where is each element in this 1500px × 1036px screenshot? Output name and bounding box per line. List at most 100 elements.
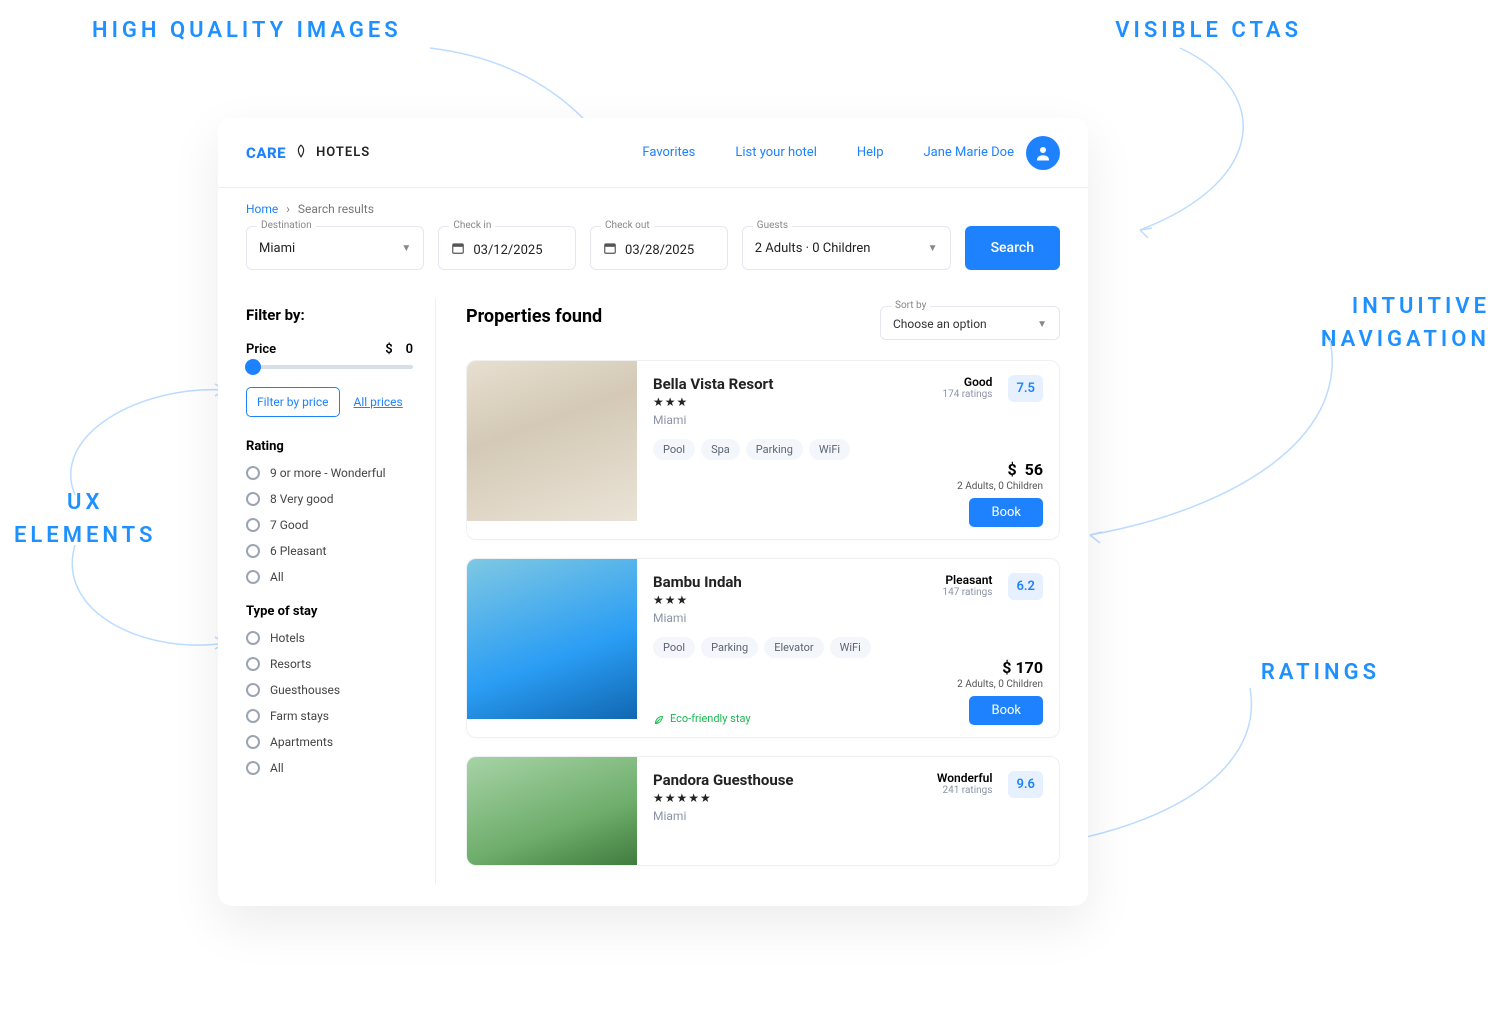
arrow-nav — [1070, 330, 1390, 580]
brand-hotels: HOTELS — [316, 145, 370, 160]
property-image — [467, 757, 637, 866]
chevron-down-icon: ▼ — [1037, 319, 1047, 330]
checkout-field[interactable]: Check out 03/28/2025 — [590, 226, 728, 270]
callout-nav: INTUITIVENAVIGATION — [1321, 290, 1490, 356]
arrow-ctas — [1070, 40, 1330, 250]
amenity-pill: Pool — [653, 439, 695, 460]
guests-value: 2 Adults · 0 Children — [755, 241, 871, 256]
checkin-label: Check in — [449, 220, 495, 231]
book-button[interactable]: Book — [969, 498, 1043, 527]
property-city: Miami — [653, 413, 850, 427]
rating-option[interactable]: 6 Pleasant — [246, 544, 413, 558]
star-rating: ★★★ — [653, 395, 850, 409]
amenity-pill: Parking — [701, 637, 758, 658]
nav-favorites[interactable]: Favorites — [642, 145, 695, 160]
radio-icon — [246, 709, 260, 723]
search-button[interactable]: Search — [965, 226, 1060, 270]
stay-option[interactable]: Farm stays — [246, 709, 413, 723]
callout-ux-text: UXELEMENTS — [14, 490, 156, 548]
avatar — [1026, 136, 1060, 170]
rating-score-badge: 9.6 — [1008, 771, 1043, 798]
rating-count: 147 ratings — [942, 587, 992, 598]
price-slider[interactable] — [246, 365, 413, 369]
amenity-pill: Spa — [701, 439, 740, 460]
amenity-pill: Pool — [653, 637, 695, 658]
amenity-pill: WiFi — [809, 439, 850, 460]
sort-label: Sort by — [891, 300, 930, 311]
property-name: Pandora Guesthouse — [653, 771, 794, 789]
person-icon — [1034, 144, 1052, 162]
book-button[interactable]: Book — [969, 696, 1043, 725]
amenities: Pool Parking Elevator WiFi — [653, 637, 871, 658]
filter-by-price-button[interactable]: Filter by price — [246, 387, 340, 417]
amenity-pill: WiFi — [830, 637, 871, 658]
eco-badge: Eco-friendly stay — [653, 712, 751, 725]
stay-option[interactable]: Resorts — [246, 657, 413, 671]
pax: 2 Adults, 0 Children — [957, 481, 1043, 492]
filter-section-rating: Rating 9 or more - Wonderful 8 Very good… — [246, 439, 413, 584]
property-card[interactable]: Bambu Indah ★★★ Miami Pool Parking Eleva… — [466, 558, 1060, 738]
checkout-label: Check out — [601, 220, 654, 231]
radio-icon — [246, 492, 260, 506]
star-rating: ★★★★★ — [653, 791, 794, 805]
callout-ratings: RATINGS — [1261, 660, 1380, 685]
rating-option[interactable]: 7 Good — [246, 518, 413, 532]
search-row: Destination Miami ▼ Check in 03/12/2025 … — [218, 226, 1088, 298]
guests-select[interactable]: Guests 2 Adults · 0 Children ▼ — [742, 226, 951, 270]
amenity-pill: Parking — [746, 439, 803, 460]
crumb-home[interactable]: Home — [246, 202, 278, 216]
radio-icon — [246, 631, 260, 645]
filter-section-stay: Type of stay Hotels Resorts Guesthouses … — [246, 604, 413, 775]
rating-block: Pleasant 147 ratings 6.2 — [942, 573, 1043, 658]
all-prices-link[interactable]: All prices — [354, 395, 403, 409]
stay-option[interactable]: All — [246, 761, 413, 775]
destination-select[interactable]: Destination Miami ▼ — [246, 226, 424, 270]
filters-title: Filter by: — [246, 306, 413, 324]
amenity-pill: Elevator — [764, 637, 823, 658]
property-card[interactable]: Bella Vista Resort ★★★ Miami Pool Spa Pa… — [466, 360, 1060, 540]
guests-label: Guests — [753, 220, 792, 231]
brand-care: CARE — [246, 144, 286, 162]
results-panel: Properties found Sort by Choose an optio… — [466, 298, 1060, 884]
sort-value: Choose an option — [893, 317, 987, 331]
leaf-icon — [294, 143, 308, 162]
filters-panel: Filter by: Price $ 0 Filter by price All… — [246, 298, 436, 884]
stay-option[interactable]: Hotels — [246, 631, 413, 645]
property-name: Bella Vista Resort — [653, 375, 850, 393]
radio-icon — [246, 761, 260, 775]
calendar-icon — [451, 241, 465, 259]
nav-list-hotel[interactable]: List your hotel — [735, 145, 817, 160]
callout-ctas: VISIBLE CTAS — [1115, 18, 1302, 43]
stay-option[interactable]: Apartments — [246, 735, 413, 749]
slider-thumb[interactable] — [245, 359, 261, 375]
rating-label: Good — [942, 375, 992, 389]
rating-option[interactable]: All — [246, 570, 413, 584]
callout-images: HIGH QUALITY IMAGES — [92, 18, 402, 43]
property-city: Miami — [653, 809, 794, 823]
checkin-field[interactable]: Check in 03/12/2025 — [438, 226, 576, 270]
nav-help[interactable]: Help — [857, 145, 884, 160]
brand[interactable]: CARE HOTELS — [246, 143, 370, 162]
user-name: Jane Marie Doe — [924, 145, 1015, 160]
checkin-value: 03/12/2025 — [473, 243, 542, 258]
topbar: CARE HOTELS Favorites List your hotel He… — [218, 118, 1088, 188]
rating-label: Wonderful — [937, 771, 993, 785]
rating-block: Good 174 ratings 7.5 — [942, 375, 1043, 460]
rating-option[interactable]: 8 Very good — [246, 492, 413, 506]
rating-title: Rating — [246, 439, 413, 454]
destination-label: Destination — [257, 220, 316, 231]
callout-ux: UXELEMENTS — [14, 486, 156, 552]
stay-option[interactable]: Guesthouses — [246, 683, 413, 697]
property-card[interactable]: Pandora Guesthouse ★★★★★ Miami Wonderful… — [466, 756, 1060, 866]
chevron-right-icon: › — [286, 202, 290, 216]
rating-option[interactable]: 9 or more - Wonderful — [246, 466, 413, 480]
user-menu[interactable]: Jane Marie Doe — [924, 136, 1061, 170]
rating-block: Wonderful 241 ratings 9.6 — [937, 771, 1043, 835]
calendar-icon — [603, 241, 617, 259]
sort-select[interactable]: Sort by Choose an option ▼ — [880, 306, 1060, 340]
radio-icon — [246, 735, 260, 749]
chevron-down-icon: ▼ — [928, 243, 938, 254]
pax: 2 Adults, 0 Children — [957, 679, 1043, 690]
chevron-down-icon: ▼ — [401, 243, 411, 254]
rating-count: 174 ratings — [942, 389, 992, 400]
